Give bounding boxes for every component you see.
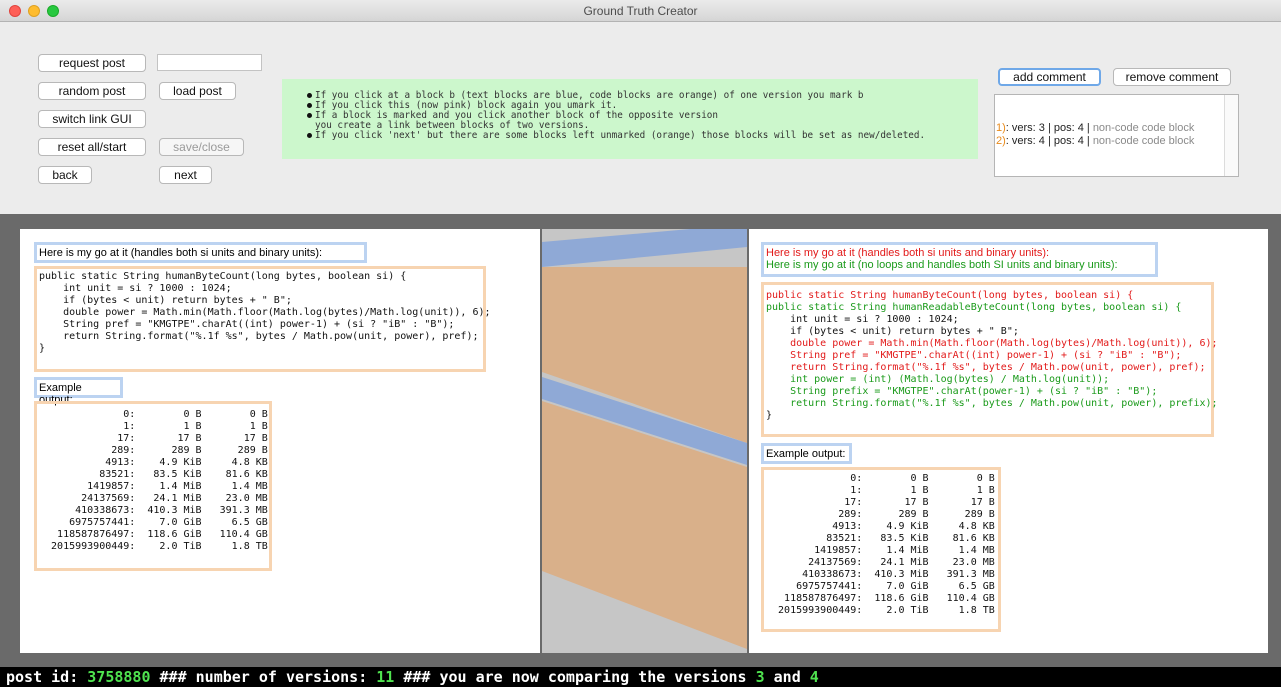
save-close-button[interactable]: save/close (159, 138, 244, 156)
comparison-area: Here is my go at it (handles both si uni… (0, 214, 1281, 667)
right-version-pane: Here is my go at it (handles both si uni… (749, 229, 1268, 653)
diff-code-line: public static String humanByteCount(long… (766, 290, 1134, 301)
left-version-pane: Here is my go at it (handles both si uni… (20, 229, 540, 653)
link-text-1 (542, 229, 747, 267)
instructions-panel: If you click at a block b (text blocks a… (282, 79, 978, 159)
diff-code-line: double power = Math.min(Math.floor(Math.… (766, 338, 1218, 349)
post-id-input[interactable] (157, 54, 262, 71)
comments-list[interactable]: 1): vers: 3 | pos: 4 | non-code code blo… (994, 94, 1239, 177)
app-window: Ground Truth Creator request post random… (0, 0, 1281, 687)
link-lines-svg (542, 229, 747, 649)
status-bar: post id: 3758880 ### number of versions:… (0, 667, 1281, 687)
switch-link-gui-button[interactable]: switch link GUI (38, 110, 146, 128)
right-code-block-1[interactable]: public static String humanByteCount(long… (761, 282, 1218, 437)
left-code-block-2[interactable]: 0: 0 B 0 B 1: 1 B 1 B 17: 17 B 17 B 289:… (34, 401, 272, 571)
diff-code-line: public static String humanReadableByteCo… (766, 302, 1182, 313)
control-panel: request post random post load post switc… (0, 22, 1281, 214)
title-bar: Ground Truth Creator (0, 0, 1281, 22)
version-count: 11 (376, 668, 395, 686)
remove-comment-button[interactable]: remove comment (1113, 68, 1231, 86)
post-id-value: 3758880 (87, 668, 151, 686)
compared-version-2: 4 (809, 668, 819, 686)
request-post-button[interactable]: request post (38, 54, 146, 72)
diff-code-line: if (bytes < unit) return bytes + " B"; (766, 326, 1019, 337)
link-visualization (542, 229, 747, 653)
diff-code-line: String pref = "KMGTPE".charAt((int) powe… (766, 350, 1182, 361)
compared-version-1: 3 (755, 668, 765, 686)
comments-scrollbar[interactable] (1224, 95, 1238, 176)
instruction-line: If you click 'next' but there are some b… (307, 131, 978, 141)
left-code-block-1[interactable]: public static String humanByteCount(long… (34, 266, 491, 372)
right-text-block-1[interactable]: Here is my go at it (handles both si uni… (761, 242, 1158, 277)
right-text-block-2[interactable]: Example output: (761, 443, 852, 464)
left-text-block-2[interactable]: Example output: (34, 377, 123, 406)
right-code-block-2[interactable]: 0: 0 B 0 B 1: 1 B 1 B 17: 17 B 17 B 289:… (761, 467, 1001, 632)
next-button[interactable]: next (159, 166, 212, 184)
comment-item[interactable]: 1): vers: 3 | pos: 4 | non-code code blo… (996, 122, 1238, 135)
left-text-block-1[interactable]: Here is my go at it (handles both si uni… (34, 242, 367, 263)
diff-code-line: return String.format("%.1f %s", bytes / … (766, 362, 1206, 373)
diff-code-line: int unit = si ? 1000 : 1024; (766, 314, 959, 325)
back-button[interactable]: back (38, 166, 92, 184)
diff-code-line: } (766, 410, 773, 421)
window-title: Ground Truth Creator (583, 4, 698, 18)
diff-code-line: return String.format("%.1f %s", bytes / … (766, 398, 1218, 409)
reset-all-button[interactable]: reset all/start (38, 138, 146, 156)
diff-code-line: int power = (int) (Math.log(bytes) / Mat… (766, 374, 1110, 385)
comment-item[interactable]: 2): vers: 4 | pos: 4 | non-code code blo… (996, 135, 1238, 148)
load-post-button[interactable]: load post (159, 82, 236, 100)
add-comment-button[interactable]: add comment (998, 68, 1101, 86)
diff-code-line: String prefix = "KMGTPE".charAt(power-1)… (766, 386, 1158, 397)
random-post-button[interactable]: random post (38, 82, 146, 100)
